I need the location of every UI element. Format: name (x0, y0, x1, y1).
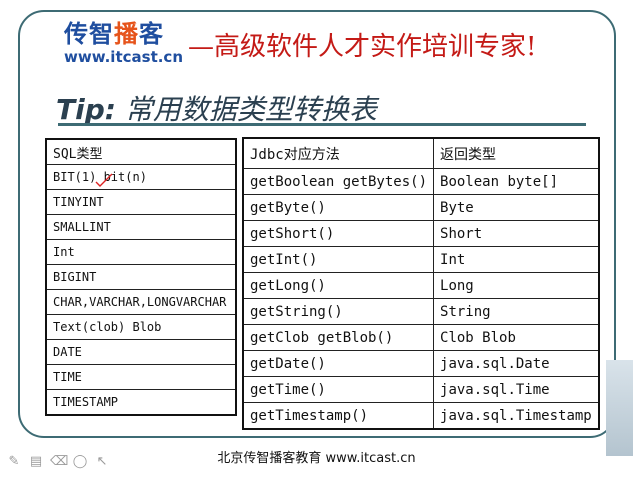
return-type-cell: String (433, 298, 600, 325)
return-type-cell: Short (433, 220, 600, 247)
jdbc-method-cell: getShort() (242, 220, 435, 247)
table-row: SMALLINT (45, 214, 237, 240)
sql-type-cell: TINYINT (45, 189, 237, 215)
pen-annotation-mark (95, 173, 113, 187)
slides-icon[interactable]: ▤ (28, 454, 44, 470)
sql-type-table: SQL类型 BIT(1) bit(n) TINYINT SMALLINT Int… (45, 138, 237, 416)
return-type-cell: java.sql.Date (433, 350, 600, 377)
table-row: TINYINT (45, 189, 237, 215)
table-row: Text(clob) Blob (45, 314, 237, 340)
return-type-cell: Clob Blob (433, 324, 600, 351)
return-type-cell: java.sql.Time (433, 376, 600, 403)
table-row: getString() String (242, 298, 600, 325)
sql-type-cell: Text(clob) Blob (45, 314, 237, 340)
jdbc-method-cell: getString() (242, 298, 435, 325)
table-row: getClob getBlob() Clob Blob (242, 324, 600, 351)
sql-type-cell: SMALLINT (45, 214, 237, 240)
sql-type-cell: DATE (45, 339, 237, 365)
table-row: TIMESTAMP (45, 389, 237, 416)
pointer-icon[interactable]: ↖ (94, 454, 110, 470)
pen-icon[interactable]: ✎ (6, 454, 22, 470)
return-type-cell: Int (433, 246, 600, 273)
jdbc-method-cell: getByte() (242, 194, 435, 221)
table-row: getBoolean getBytes() Boolean byte[] (242, 168, 600, 195)
sql-type-header: SQL类型 (45, 138, 237, 165)
table-row: CHAR,VARCHAR,LONGVARCHAR (45, 289, 237, 315)
brand-name-part1: 传智 (64, 20, 114, 48)
jdbc-method-cell: getBoolean getBytes() (242, 168, 435, 195)
table-header-row: SQL类型 (45, 138, 237, 165)
table-row: getTime() java.sql.Time (242, 376, 600, 403)
sql-type-cell: Int (45, 239, 237, 265)
jdbc-method-cell: getTime() (242, 376, 435, 403)
tip-title: 常用数据类型转换表 (124, 93, 377, 126)
brand-name-part2: 客 (139, 20, 164, 48)
jdbc-method-header: Jdbc对应方法 (242, 137, 435, 169)
eraser-icon[interactable]: ⌫ (50, 454, 68, 470)
table-row: getInt() Int (242, 246, 600, 273)
record-icon[interactable]: ◯ (72, 454, 88, 470)
table-row: getDate() java.sql.Date (242, 350, 600, 377)
table-row: getByte() Byte (242, 194, 600, 221)
brand-name: 传智播客 (64, 20, 183, 48)
sql-type-cell: TIMESTAMP (45, 389, 237, 416)
return-type-header: 返回类型 (433, 137, 600, 169)
brand-logo: 传智播客 www.itcast.cn (64, 20, 183, 66)
table-row: getLong() Long (242, 272, 600, 299)
brand-url: www.itcast.cn (64, 48, 184, 66)
slogan: —高级软件人才实作培训专家! (188, 32, 537, 62)
jdbc-method-table: Jdbc对应方法 返回类型 getBoolean getBytes() Boole… (242, 137, 600, 430)
sql-type-cell: TIME (45, 364, 237, 390)
table-row: BIGINT (45, 264, 237, 290)
table-row: getTimestamp() java.sql.Timestamp (242, 402, 600, 430)
return-type-cell: java.sql.Timestamp (433, 402, 600, 430)
brand-name-accent: 播 (114, 20, 139, 48)
table-row: Int (45, 239, 237, 265)
return-type-cell: Byte (433, 194, 600, 221)
table-row: BIT(1) bit(n) (45, 164, 237, 190)
jdbc-method-cell: getInt() (242, 246, 435, 273)
sql-type-cell: BIT(1) bit(n) (45, 164, 237, 190)
slideshow-toolbar: ✎ ▤ ⌫ ◯ ↖ (6, 454, 110, 470)
sql-type-cell: CHAR,VARCHAR,LONGVARCHAR (45, 289, 237, 315)
table-row: TIME (45, 364, 237, 390)
sql-type-cell: BIGINT (45, 264, 237, 290)
jdbc-method-cell: getClob getBlob() (242, 324, 435, 351)
jdbc-method-cell: getTimestamp() (242, 402, 435, 430)
jdbc-method-cell: getLong() (242, 272, 435, 299)
side-thumbnail (606, 360, 633, 456)
tip-heading: Tip: 常用数据类型转换表 (56, 88, 377, 128)
table-row: DATE (45, 339, 237, 365)
table-header-row: Jdbc对应方法 返回类型 (242, 137, 600, 169)
table-row: getShort() Short (242, 220, 600, 247)
return-type-cell: Long (433, 272, 600, 299)
return-type-cell: Boolean byte[] (433, 168, 600, 195)
tip-label: Tip: (56, 93, 116, 126)
jdbc-method-cell: getDate() (242, 350, 435, 377)
heading-divider (58, 123, 586, 126)
